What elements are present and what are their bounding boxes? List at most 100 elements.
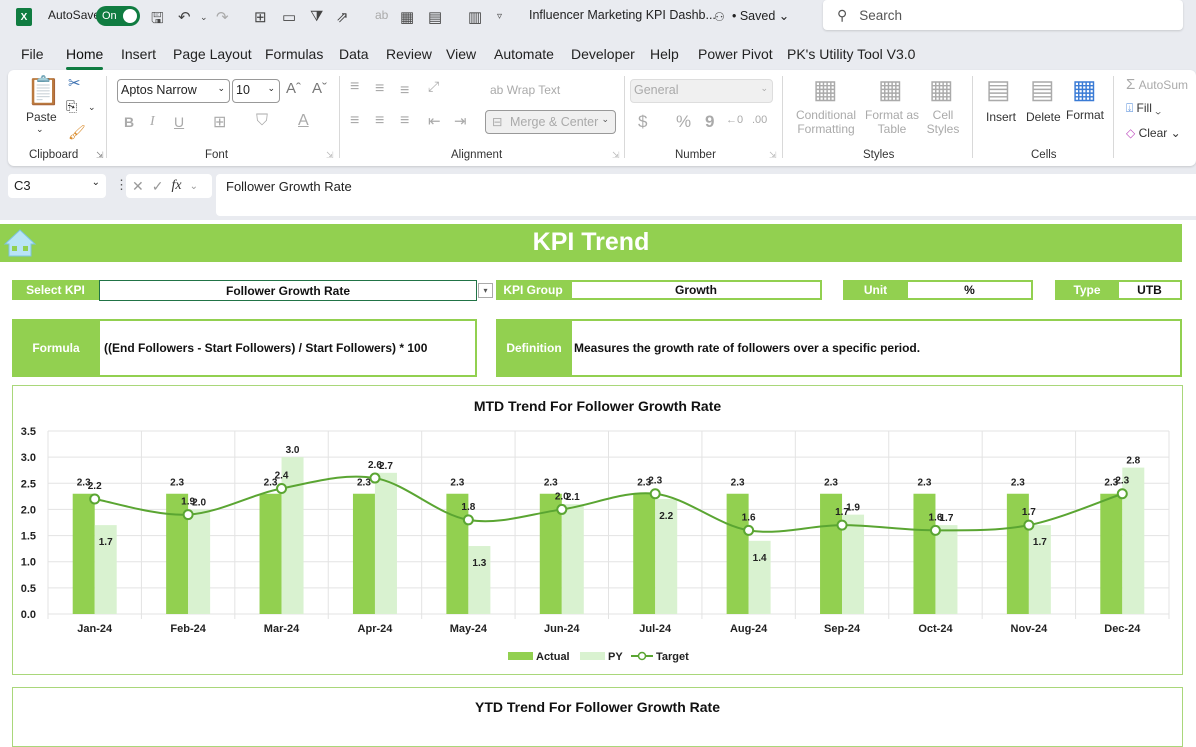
tab-insert[interactable]: Insert <box>121 46 156 62</box>
tab-data[interactable]: Data <box>339 46 369 62</box>
calculate-icon[interactable]: ▥ <box>468 8 482 26</box>
alignment-launcher-icon[interactable]: ⇲ <box>612 150 620 161</box>
bold-button[interactable]: B <box>124 114 134 130</box>
percent-button[interactable]: % <box>676 112 691 132</box>
calculator-icon[interactable]: ▤ <box>428 8 442 26</box>
undo-dropdown-icon[interactable]: ⌄ <box>200 12 208 23</box>
insert-cells-icon[interactable]: ▤ <box>986 74 1011 105</box>
conditional-formatting-icon[interactable]: ▦ <box>813 74 838 105</box>
merge-center-button[interactable]: Merge & Center ⊟ ⌄ <box>485 110 616 134</box>
tab-view[interactable]: View <box>446 46 476 62</box>
comma-button[interactable]: 9 <box>705 112 714 132</box>
autosave-toggle[interactable]: On <box>96 6 140 26</box>
tab-pk-utility[interactable]: PK's Utility Tool V3.0 <box>787 46 915 62</box>
redo-icon[interactable]: ↷ <box>216 8 229 26</box>
orientation-icon[interactable]: ⤢ <box>428 78 439 95</box>
insert-function-icon[interactable]: fx <box>171 178 181 194</box>
cell-styles-icon[interactable]: ▦ <box>929 74 954 105</box>
ytd-chart[interactable]: YTD Trend For Follower Growth Rate <box>12 687 1183 747</box>
formula-input[interactable]: Follower Growth Rate <box>216 174 1196 216</box>
tab-automate[interactable]: Automate <box>494 46 554 62</box>
decrease-indent-icon[interactable]: ⇤ <box>428 112 441 130</box>
copy-dropdown-icon[interactable]: ⌄ <box>88 102 96 113</box>
format-as-table-button[interactable]: Format as Table <box>864 108 920 136</box>
data-label-target: 1.9 <box>181 497 195 508</box>
fill-down-icon: ⍗ <box>1126 101 1134 115</box>
increase-decimal-icon[interactable]: ←0 <box>726 114 743 126</box>
format-as-table-icon[interactable]: ▦ <box>878 74 903 105</box>
tab-review[interactable]: Review <box>386 46 432 62</box>
saved-status[interactable]: • Saved ⌄ <box>732 8 789 23</box>
align-right-icon[interactable]: ≡ <box>400 112 409 130</box>
tab-power-pivot[interactable]: Power Pivot <box>698 46 773 62</box>
paste-dropdown-icon[interactable]: ⌄ <box>36 124 44 135</box>
x-tick-label: Mar-24 <box>264 623 300 635</box>
align-left-icon[interactable]: ≡ <box>350 112 359 130</box>
x-tick-label: Jun-24 <box>544 623 580 635</box>
paste-button[interactable]: Paste <box>26 110 57 124</box>
fill-color-icon[interactable]: ⛉ <box>256 112 268 130</box>
search-box[interactable]: ⚲ Search <box>823 0 1183 30</box>
font-launcher-icon[interactable]: ⇲ <box>326 150 334 161</box>
tab-formulas[interactable]: Formulas <box>265 46 323 62</box>
data-label-actual: 2.3 <box>357 478 371 489</box>
align-middle-icon[interactable]: ≡ <box>375 80 384 98</box>
decrease-decimal-icon[interactable]: .00 <box>752 114 767 126</box>
number-format-select[interactable]: General ⌄ <box>630 79 773 103</box>
mtd-chart[interactable]: MTD Trend For Follower Growth Rate 0.0 0.… <box>12 385 1183 675</box>
tab-help[interactable]: Help <box>650 46 679 62</box>
name-box[interactable]: C3 ⌄ <box>8 174 106 198</box>
delete-button[interactable]: Delete <box>1026 110 1061 124</box>
italic-button[interactable]: I <box>150 114 155 130</box>
currency-button[interactable]: $ <box>638 112 647 132</box>
format-cells-icon[interactable]: ▦ <box>1072 74 1097 105</box>
clear-button[interactable]: ◇ Clear ⌄ <box>1126 126 1181 140</box>
align-bottom-icon[interactable]: ≡ <box>400 82 409 100</box>
autosum-button[interactable]: Σ AutoSum <box>1126 76 1188 93</box>
format-painter-icon[interactable]: 🖌 <box>68 124 86 141</box>
save-icon[interactable]: 🖫 <box>151 8 164 33</box>
tab-page-layout[interactable]: Page Layout <box>173 46 252 62</box>
confirm-icon[interactable]: ✓ <box>152 178 164 195</box>
select-kpi-dropdown[interactable]: Follower Growth Rate <box>99 280 477 301</box>
dropdown-arrow-icon[interactable]: ▾ <box>478 283 493 298</box>
tab-file[interactable]: File <box>21 46 44 62</box>
tab-developer[interactable]: Developer <box>571 46 635 62</box>
filter-icon[interactable]: ⧩ <box>310 8 323 25</box>
cut-icon[interactable]: ✂ <box>68 74 81 92</box>
form-icon[interactable]: ▭ <box>282 8 296 26</box>
share-icon[interactable]: ⇗ <box>336 8 349 26</box>
spelling-icon[interactable]: ab <box>375 8 388 22</box>
tab-home[interactable]: Home <box>66 46 104 70</box>
undo-icon[interactable]: ↶ <box>178 8 191 26</box>
number-launcher-icon[interactable]: ⇲ <box>769 150 777 161</box>
font-size-select[interactable]: 10 ⌄ <box>232 79 280 103</box>
chevron-down-icon[interactable]: ⌄ <box>190 181 198 192</box>
underline-button[interactable]: U <box>174 114 184 130</box>
borders-button-icon[interactable]: ⊞ <box>213 112 226 132</box>
wrap-text-button[interactable]: ab Wrap Text <box>490 83 560 97</box>
increase-indent-icon[interactable]: ⇥ <box>454 112 467 130</box>
separator <box>782 76 783 158</box>
fill-button[interactable]: ⍗ Fill ⌄ <box>1126 101 1161 116</box>
customize-toolbar-icon[interactable]: ▿ <box>497 11 502 22</box>
fill-label: Fill <box>1136 101 1152 115</box>
format-button[interactable]: Format <box>1066 108 1104 122</box>
borders-icon[interactable]: ⊞ <box>254 8 267 26</box>
cell-styles-button[interactable]: Cell Styles <box>923 108 963 136</box>
align-top-icon[interactable]: ≡ <box>350 78 359 96</box>
copy-icon[interactable]: ⎘ <box>66 98 77 115</box>
increase-font-icon[interactable]: Aˆ <box>286 80 301 97</box>
decrease-font-icon[interactable]: Aˇ <box>312 80 327 97</box>
paste-icon[interactable]: 📋 <box>26 74 61 107</box>
table-icon[interactable]: ▦ <box>400 8 414 26</box>
font-color-icon[interactable]: A <box>298 112 309 130</box>
x-tick-label: Jan-24 <box>77 623 113 635</box>
insert-button[interactable]: Insert <box>986 110 1016 124</box>
conditional-formatting-button[interactable]: Conditional Formatting <box>791 108 861 136</box>
clipboard-launcher-icon[interactable]: ⇲ <box>96 150 104 161</box>
align-center-icon[interactable]: ≡ <box>375 112 384 130</box>
delete-cells-icon[interactable]: ▤ <box>1030 74 1055 105</box>
font-name-select[interactable]: Aptos Narrow ⌄ <box>117 79 230 103</box>
cancel-icon[interactable]: ✕ <box>132 178 144 195</box>
